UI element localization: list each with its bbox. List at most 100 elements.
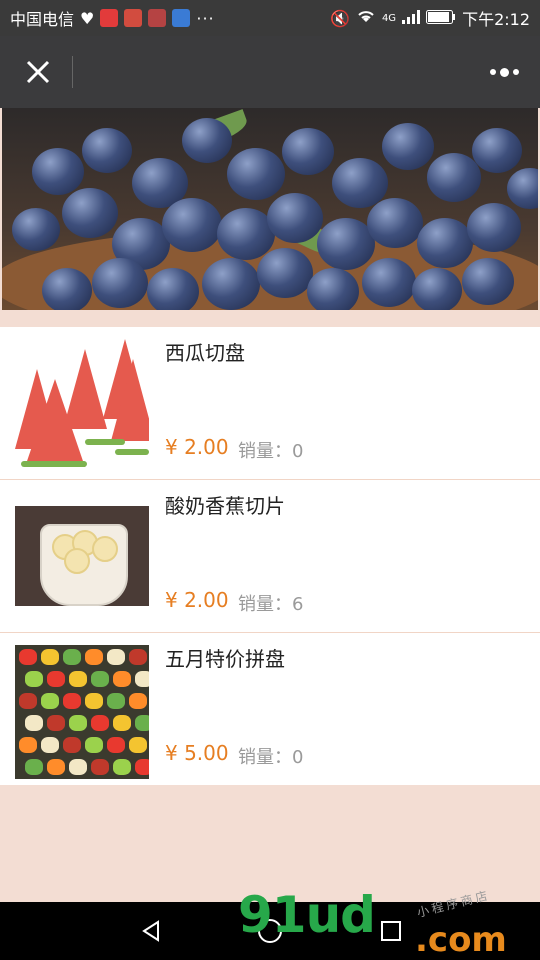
clock-label: 下午2:12 [462, 10, 530, 29]
title-bar [0, 36, 540, 108]
blueberry-shape [62, 188, 118, 239]
fruit-piece-shape [91, 715, 109, 731]
product-sales: 销量：0 [238, 747, 304, 768]
blueberry-shape [92, 258, 148, 309]
fruit-piece-shape [85, 737, 103, 753]
blueberry-shape [462, 258, 514, 305]
fruit-piece-shape [63, 693, 81, 709]
blueberry-shape [182, 118, 232, 163]
product-image-fruit-platter [15, 645, 149, 779]
fruit-piece-shape [129, 649, 147, 665]
close-icon [26, 60, 50, 84]
recents-button[interactable] [376, 916, 406, 946]
fruit-piece-shape [135, 715, 149, 731]
app-icon [100, 9, 119, 27]
status-left: 中国电信 ♥ ··· [10, 6, 215, 30]
close-button[interactable] [18, 52, 58, 92]
blueberry-shape [382, 123, 434, 170]
banner-image [2, 108, 538, 310]
blueberry-shape [162, 198, 222, 252]
blueberry-shape [467, 203, 521, 252]
back-button[interactable] [136, 916, 166, 946]
fruit-piece-shape [69, 715, 87, 731]
banana-slice [92, 536, 118, 562]
watermelon-rind [21, 461, 87, 467]
product-image-watermelon [15, 339, 149, 473]
fruit-piece-shape [113, 715, 131, 731]
mute-icon: 🔇 [330, 8, 350, 28]
product-price: ¥ 2.00 [165, 588, 229, 612]
fruit-piece-shape [25, 715, 43, 731]
status-bar: 中国电信 ♥ ··· 🔇 4G 下午2:12 [0, 0, 540, 36]
recents-icon [381, 921, 401, 941]
app-icon [148, 9, 167, 27]
more-icon-dot [499, 67, 509, 77]
fruit-piece-shape [19, 649, 37, 665]
blueberry-shape [427, 153, 481, 202]
fruit-piece-shape [41, 737, 59, 753]
blueberry-shape [267, 193, 323, 244]
product-sales: 销量：0 [238, 441, 304, 462]
wifi-icon [356, 8, 376, 28]
heart-icon: ♥ [80, 8, 95, 28]
network-label: 4G [381, 12, 397, 24]
product-price: ¥ 5.00 [165, 741, 229, 765]
fruit-piece-shape [25, 759, 43, 775]
blueberry-shape [12, 208, 60, 252]
blueberry-shape [362, 258, 416, 307]
blueberry-shape [147, 268, 199, 310]
watermelon-slice [111, 359, 149, 441]
fruit-piece-shape [113, 759, 131, 775]
blueberry-shape [412, 268, 462, 310]
watermelon-slice [25, 379, 85, 467]
blueberry-shape [82, 128, 132, 173]
watermark-logo: 91ud [238, 886, 376, 944]
blueberry-shape [367, 198, 423, 249]
blueberry-shape [202, 258, 260, 310]
product-item[interactable]: 西瓜切盘 ¥ 2.00 销量：0 [0, 327, 540, 480]
fruit-piece-shape [135, 759, 149, 775]
more-button[interactable] [484, 56, 524, 88]
product-price: ¥ 2.00 [165, 435, 229, 459]
battery-icon [426, 9, 456, 28]
carrier-label: 中国电信 [10, 10, 75, 29]
fruit-piece-shape [47, 671, 65, 687]
app-icon [124, 9, 143, 27]
blueberry-shape [32, 148, 84, 195]
fruit-piece-shape [135, 671, 149, 687]
more-notifications: ··· [196, 8, 215, 28]
signal-icon [402, 9, 421, 28]
fruit-piece-shape [19, 693, 37, 709]
blueberry-shape [307, 268, 359, 310]
fruit-piece-shape [129, 693, 147, 709]
status-right: 🔇 4G 下午2:12 [330, 6, 530, 30]
fruit-piece-shape [63, 649, 81, 665]
fruit-piece-shape [41, 649, 59, 665]
product-name: 酸奶香蕉切片 [165, 494, 285, 518]
fruit-piece-shape [91, 759, 109, 775]
more-icon-dot [512, 69, 519, 75]
yogurt-cup [40, 524, 128, 606]
blueberry-shape [227, 148, 285, 201]
blueberry-shape [282, 128, 334, 175]
fruit-piece-shape [25, 671, 43, 687]
back-icon [142, 920, 159, 942]
product-name: 西瓜切盘 [165, 341, 245, 365]
fruit-piece-shape [41, 693, 59, 709]
fruit-piece-shape [19, 737, 37, 753]
product-item[interactable]: 酸奶香蕉切片 ¥ 2.00 销量：6 [0, 480, 540, 633]
product-image-yogurt-banana [15, 506, 149, 606]
fruit-piece-shape [85, 649, 103, 665]
fruit-piece-shape [107, 737, 125, 753]
product-item[interactable]: 五月特价拼盘 ¥ 5.00 销量：0 [0, 633, 540, 785]
fruit-piece-shape [91, 671, 109, 687]
banana-slice [64, 548, 90, 574]
blueberry-shape [507, 168, 538, 210]
fruit-piece-shape [107, 693, 125, 709]
product-name: 五月特价拼盘 [165, 647, 285, 671]
product-sales: 销量：6 [238, 594, 304, 615]
fruit-piece-shape [69, 671, 87, 687]
blueberry-shape [42, 268, 92, 310]
fruit-piece-shape [129, 737, 147, 753]
blueberry-shape [257, 248, 313, 299]
